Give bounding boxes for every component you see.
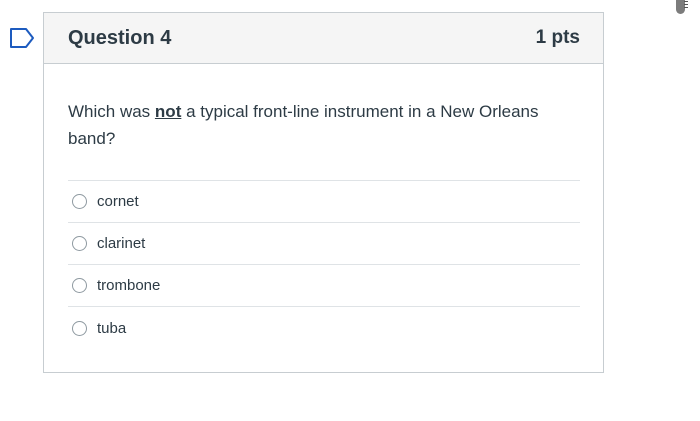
answer-list: cornet clarinet trombone tuba — [68, 180, 580, 349]
flag-question-icon[interactable] — [9, 27, 35, 49]
question-body: Which was not a typical front-line instr… — [44, 64, 603, 349]
answer-label: tuba — [97, 319, 127, 337]
question-points: 1 pts — [535, 27, 580, 48]
question-text-before: Which was — [68, 102, 155, 121]
quiz-page: Question 4 1 pts Which was not a typical… — [0, 0, 700, 421]
radio-button[interactable] — [72, 320, 87, 336]
question-text-emphasis: not — [154, 102, 182, 121]
question-title: Question 4 — [68, 26, 172, 49]
question-header: Question 4 1 pts — [44, 13, 603, 64]
answer-option-clarinet[interactable]: clarinet — [68, 223, 580, 265]
answer-label: trombone — [97, 277, 161, 294]
answer-option-tuba[interactable]: tuba — [68, 307, 580, 349]
radio-button[interactable] — [72, 278, 87, 293]
question-card: Question 4 1 pts Which was not a typical… — [43, 12, 604, 373]
scrollbar-grip-icon[interactable] — [684, 1, 690, 13]
radio-button[interactable] — [72, 236, 87, 251]
answer-option-cornet[interactable]: cornet — [68, 181, 580, 223]
answer-option-trombone[interactable]: trombone — [68, 265, 580, 307]
answer-label: clarinet — [97, 235, 146, 252]
radio-button[interactable] — [72, 194, 87, 209]
answer-label: cornet — [97, 193, 139, 210]
question-text: Which was not a typical front-line instr… — [68, 98, 580, 152]
